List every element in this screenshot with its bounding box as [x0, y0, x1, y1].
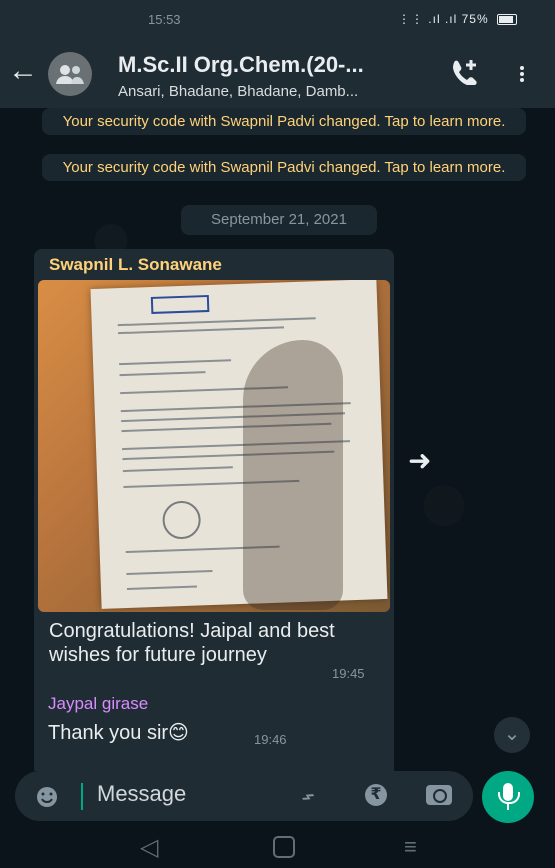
text-message-bubble[interactable]: Jaypal girase Thank you sir😊 19:46	[34, 688, 310, 753]
battery-percent: 75%	[461, 12, 489, 26]
chat-title[interactable]: M.Sc.II Org.Chem.(20-...	[118, 52, 418, 78]
security-notice[interactable]: Your security code with Swapnil Padvi ch…	[42, 154, 526, 181]
nav-menu-icon[interactable]: ≡	[404, 834, 417, 860]
date-separator: September 21, 2021	[181, 205, 377, 235]
add-call-icon[interactable]	[448, 57, 478, 90]
emoji-icon[interactable]	[35, 785, 59, 809]
signature-stamp	[161, 500, 202, 540]
message-text: Congratulations! Jaipal and best wishes …	[49, 620, 335, 666]
message-sender[interactable]: Jaypal girase	[48, 694, 148, 714]
status-time: 15:53	[148, 12, 181, 27]
hand-shadow	[243, 340, 343, 610]
message-input-container[interactable]: Message ⌁ ₹	[15, 771, 473, 821]
message-composer: Message ⌁ ₹	[0, 771, 555, 823]
attachment-icon[interactable]: ⌁	[295, 781, 322, 811]
arrow-left-icon[interactable]: ←	[8, 54, 38, 88]
message-text: Thank you sir😊	[48, 722, 189, 744]
chat-members[interactable]: Ansari, Bhadane, Bhadane, Damb...	[118, 83, 428, 100]
group-icon	[56, 65, 84, 84]
status-icons: ⋮⋮ .ıl .ıl 75%	[398, 12, 517, 26]
letterhead-logo	[150, 294, 210, 314]
microphone-button[interactable]	[482, 771, 534, 823]
nav-home-icon[interactable]	[273, 836, 295, 858]
message-list[interactable]: Your security code with Swapnil Padvi ch…	[0, 108, 555, 771]
security-notice[interactable]: Your security code with Swapnil Padvi ch…	[42, 108, 526, 135]
payment-icon[interactable]: ₹	[365, 784, 387, 806]
chat-header: ← M.Sc.II Org.Chem.(20-... Ansari, Bhada…	[0, 40, 555, 108]
message-input[interactable]: Message	[97, 781, 186, 807]
signal-indicators: ⋮⋮ .ıl .ıl	[397, 12, 458, 26]
message-sender[interactable]: Swapnil L. Sonawane	[49, 255, 222, 275]
text-cursor	[81, 783, 83, 810]
message-time: 19:46	[254, 732, 287, 747]
forward-icon[interactable]: ➜	[408, 444, 431, 477]
android-nav-bar: ◁ ≡	[0, 823, 555, 868]
microphone-icon	[498, 783, 520, 810]
battery-icon	[497, 14, 517, 26]
nav-back-icon[interactable]: ◁	[140, 833, 158, 862]
status-bar: 15:53 ⋮⋮ .ıl .ıl 75%	[0, 0, 555, 40]
chevron-down-icon[interactable]: ⌄	[494, 717, 530, 753]
group-avatar-icon[interactable]	[48, 52, 92, 96]
more-vertical-icon[interactable]	[520, 64, 524, 84]
camera-icon[interactable]	[426, 785, 452, 805]
document-photo[interactable]	[38, 280, 390, 612]
message-time: 19:45	[332, 666, 365, 681]
